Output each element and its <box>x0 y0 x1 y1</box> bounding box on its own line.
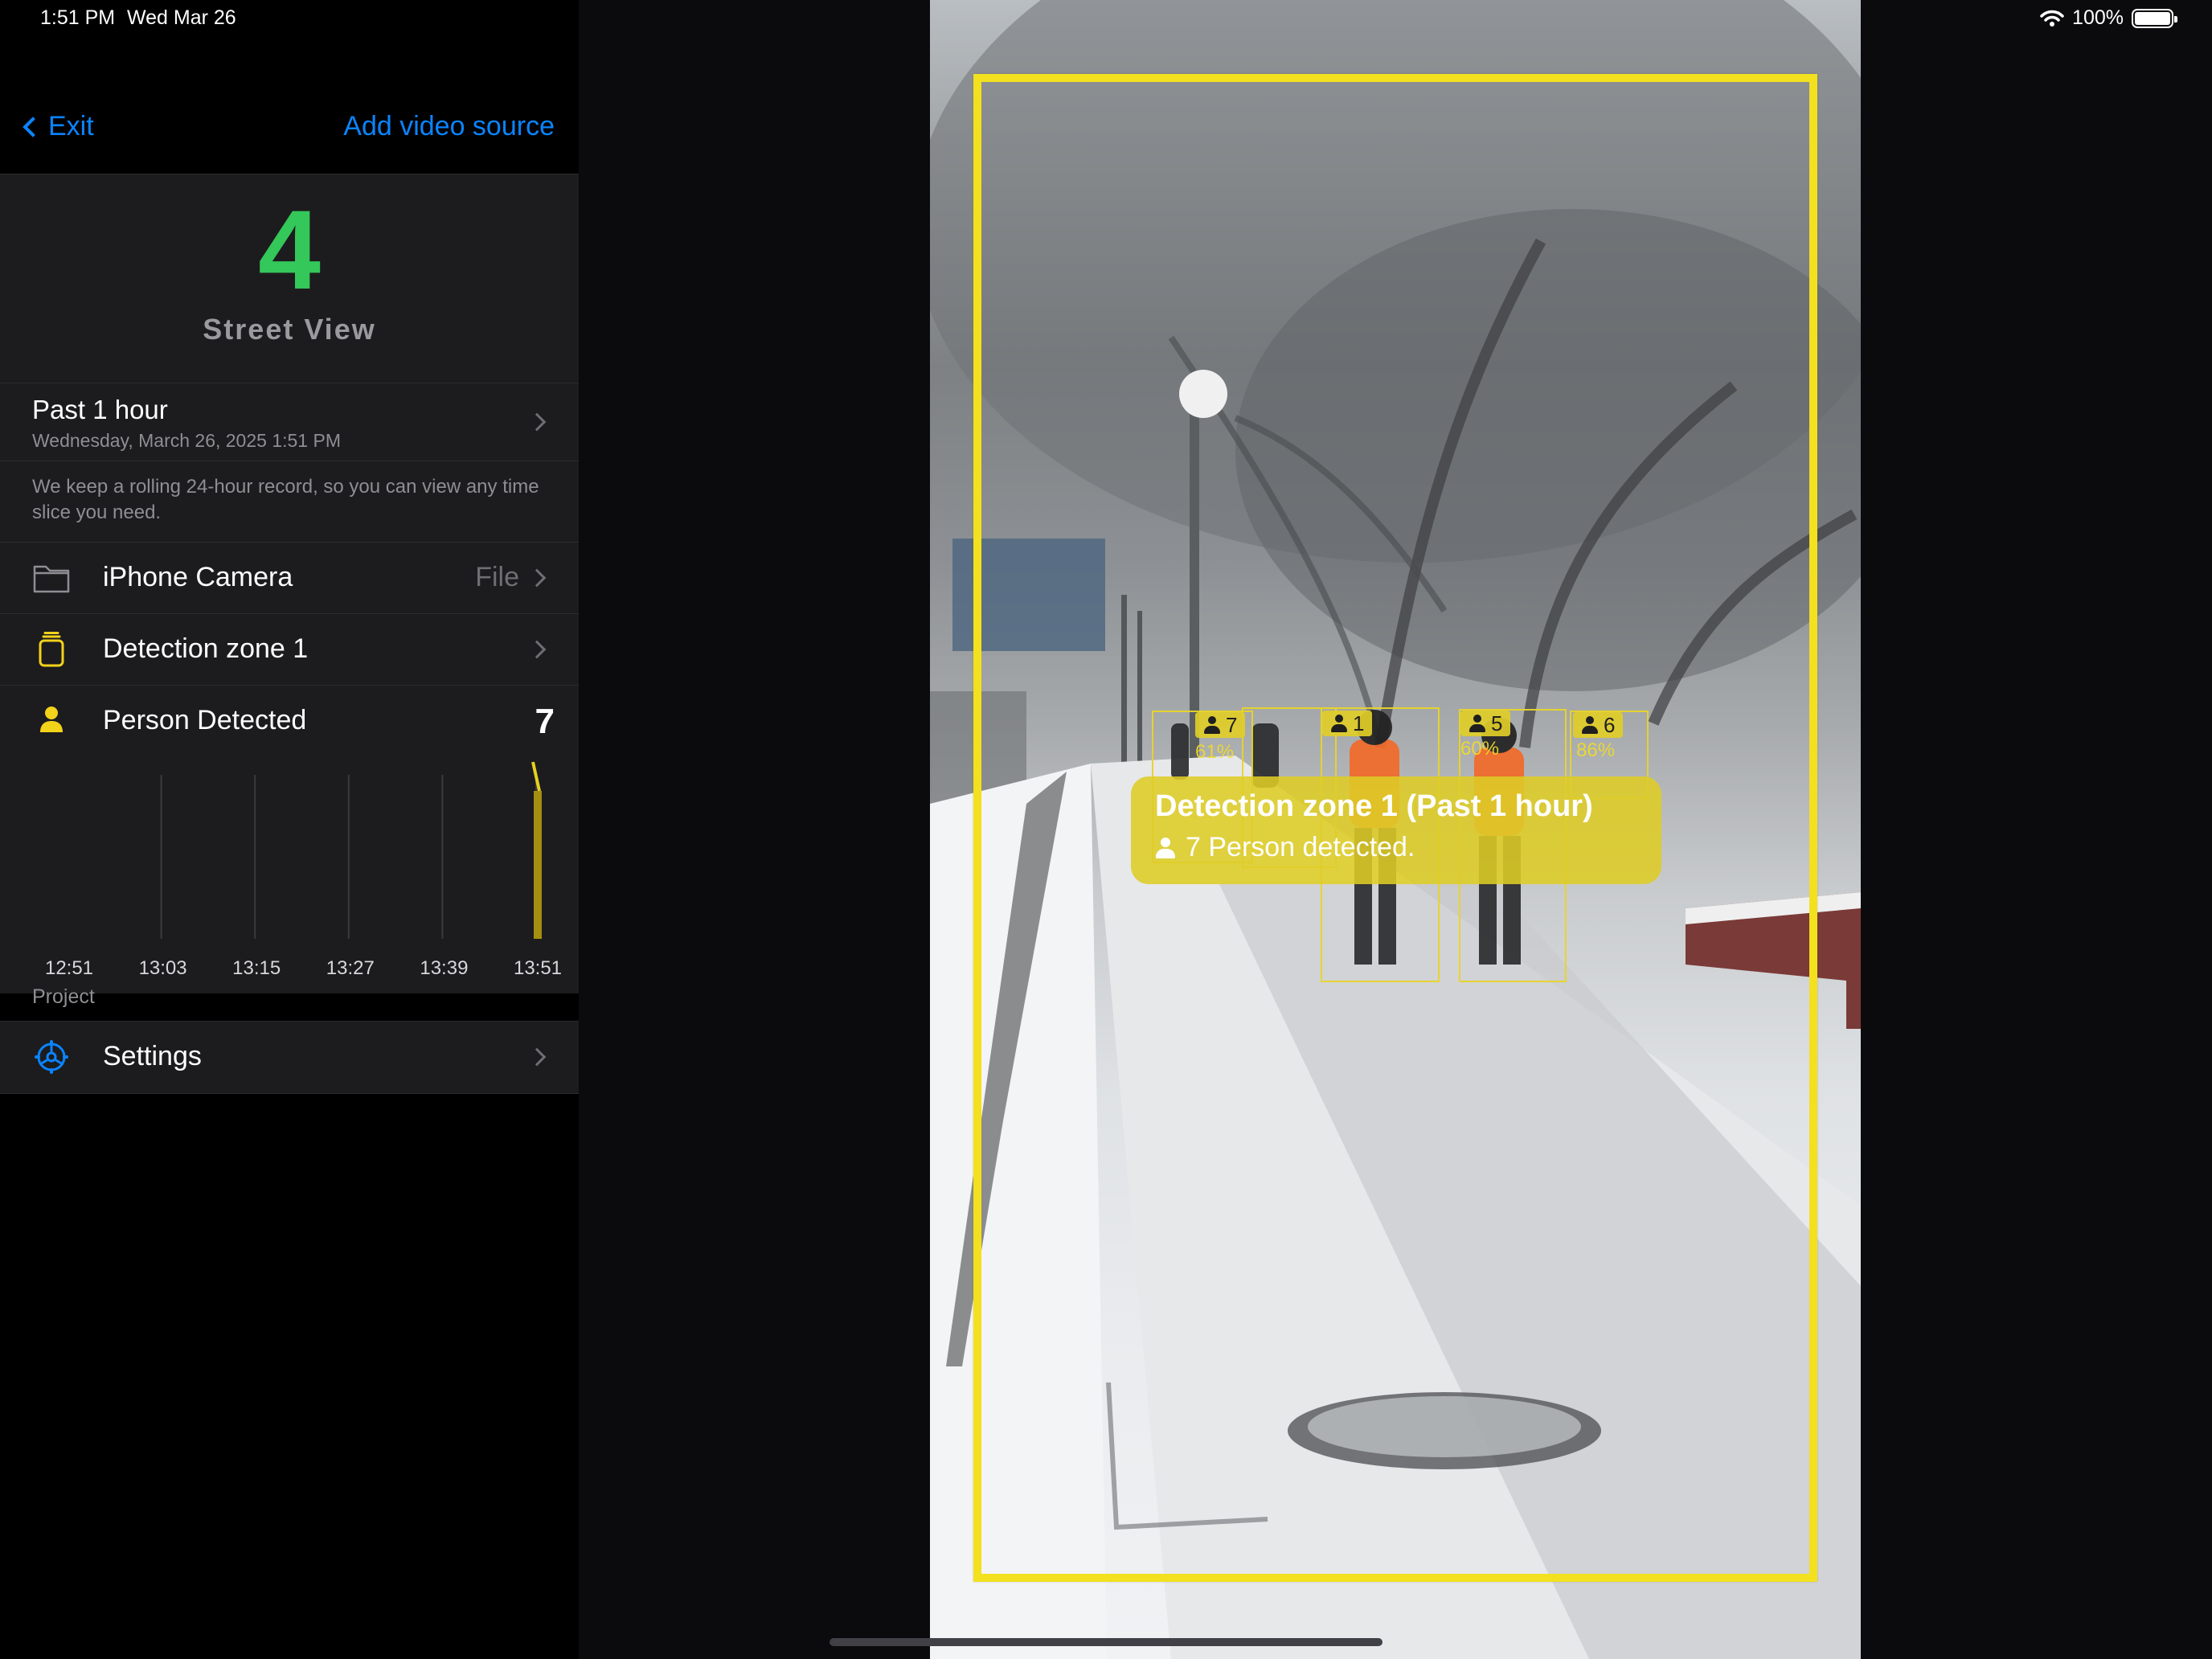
settings-label: Settings <box>103 1041 202 1071</box>
detection-tag: 5 <box>1460 711 1511 736</box>
project-settings-group: Settings <box>0 1021 579 1094</box>
detection-tag: 1 <box>1322 711 1373 736</box>
chevron-left-icon <box>23 116 43 137</box>
folder-icon <box>33 565 70 593</box>
detection-chart-svg: 12:51 13:03 13:15 13:27 13:39 13:51 <box>45 761 562 979</box>
chart-x-tick-label: 13:03 <box>139 957 187 979</box>
video-source-label: iPhone Camera <box>103 562 293 592</box>
add-video-source-button[interactable]: Add video source <box>343 111 555 142</box>
chart-x-tick-label: 13:39 <box>420 957 468 979</box>
video-source-type: File <box>475 562 519 592</box>
detection-confidence: 61% <box>1195 741 1235 763</box>
chevron-right-icon <box>527 1047 547 1067</box>
project-section-label: Project <box>32 985 95 1008</box>
detection-zone-label: Detection zone 1 <box>103 633 309 664</box>
detection-id: 5 <box>1491 711 1503 735</box>
home-indicator[interactable] <box>830 1638 1382 1646</box>
settings-row[interactable]: Settings <box>0 1022 579 1093</box>
person-icon <box>1581 716 1599 734</box>
exit-label: Exit <box>48 111 94 141</box>
time-range-title: Past 1 hour <box>32 395 168 424</box>
detection-tag: 6 <box>1573 712 1624 738</box>
person-detected-row[interactable]: Person Detected 7 <box>0 686 579 757</box>
person-icon <box>1330 715 1348 732</box>
camera-count: 4 <box>258 186 321 313</box>
person-icon <box>1155 837 1176 858</box>
status-date: Wed Mar 26 <box>127 6 236 29</box>
chevron-right-icon <box>527 640 547 659</box>
video-source-row[interactable]: iPhone Camera File <box>0 543 579 614</box>
sidebar: Exit Add video source 4 Street View Past… <box>0 0 579 1659</box>
person-detected-count: 7 <box>535 702 555 741</box>
battery-icon <box>2132 8 2177 28</box>
battery-percent: 100% <box>2072 6 2124 29</box>
popup-title: Detection zone 1 (Past 1 hour) <box>1155 789 1593 823</box>
detection-id: 1 <box>1353 711 1365 735</box>
chart-x-tick-label: 12:51 <box>45 957 93 979</box>
camera-name: Street View <box>203 313 376 346</box>
person-icon <box>1469 715 1486 732</box>
chevron-right-icon <box>527 568 547 588</box>
chart-bar <box>534 791 542 939</box>
detection-zone-popup[interactable]: Detection zone 1 (Past 1 hour) 7 Person … <box>1131 776 1661 884</box>
detection-id: 7 <box>1226 712 1238 737</box>
navigation-bar: Exit Add video source <box>0 96 579 174</box>
status-indicators: 100% <box>2040 6 2177 30</box>
app-screen: Exit Add video source 4 Street View Past… <box>0 0 2212 1659</box>
chart-x-tick-label: 13:15 <box>232 957 281 979</box>
popup-subtitle: 7 Person detected. <box>1186 832 1415 862</box>
detection-tag: 7 <box>1195 712 1246 738</box>
chevron-right-icon <box>527 412 547 432</box>
exit-button[interactable]: Exit <box>19 111 94 142</box>
settings-icon <box>35 1040 68 1074</box>
person-icon <box>40 707 63 732</box>
time-range-subtitle: Wednesday, March 26, 2025 1:51 PM <box>32 430 341 451</box>
detection-zone-row[interactable]: Detection zone 1 <box>0 614 579 686</box>
popup-subtitle-row: 7 Person detected. <box>1155 832 1637 863</box>
detection-list: iPhone Camera File Detection zone 1 Pers… <box>0 542 579 993</box>
zone-icon <box>39 632 64 667</box>
status-time: 1:51 PM <box>40 6 116 29</box>
person-icon <box>1203 716 1221 734</box>
wifi-icon <box>2040 10 2064 27</box>
video-feed[interactable]: 7 1 5 6 61% 60% 86% Detection zone 1 (Pa… <box>930 0 1861 1659</box>
detection-confidence: 60% <box>1460 738 1500 760</box>
detection-id: 6 <box>1604 712 1616 737</box>
chart-x-tick-label: 13:27 <box>326 957 375 979</box>
detection-confidence: 86% <box>1576 739 1616 761</box>
retention-note: We keep a rolling 24-hour record, so you… <box>0 461 579 542</box>
camera-header: 4 Street View <box>0 174 579 383</box>
chart-x-tick-label: 13:51 <box>514 957 562 979</box>
person-detected-label: Person Detected <box>103 705 307 735</box>
time-range-row[interactable]: Past 1 hour Wednesday, March 26, 2025 1:… <box>0 383 579 461</box>
detection-chart: 12:51 13:03 13:15 13:27 13:39 13:51 <box>0 757 579 993</box>
